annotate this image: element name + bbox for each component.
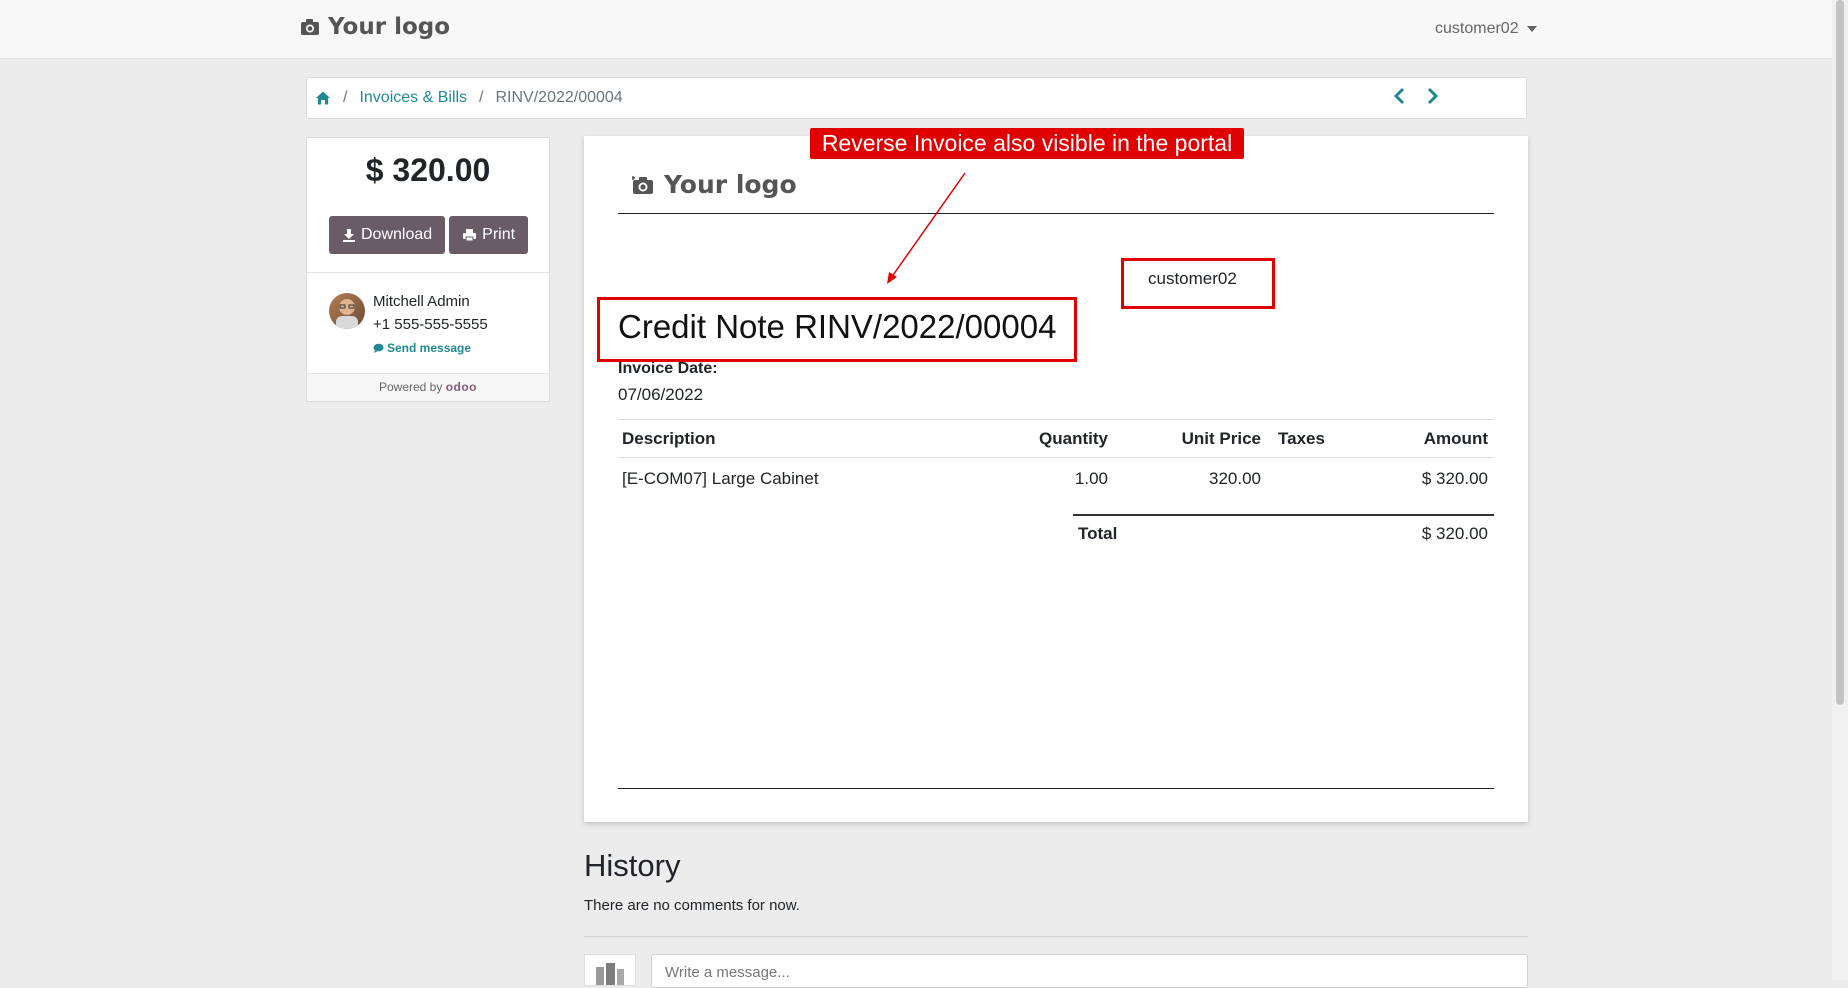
comment-icon [373,343,384,353]
download-label: Download [361,226,433,243]
camera-icon [301,19,319,35]
total-rule [1073,514,1494,516]
annotation-customer-highlight [1121,258,1275,309]
powered-by-footer: Powered by odoo [307,374,549,401]
user-menu-dropdown[interactable]: customer02 [1435,20,1537,38]
breadcrumb-separator: / [479,89,484,106]
action-buttons: Download Print [329,216,529,254]
breadcrumb-invoices-link[interactable]: Invoices & Bills [359,89,467,107]
composer-avatar [584,954,636,986]
breadcrumb-separator: / [343,89,348,106]
print-label: Print [482,226,516,243]
send-message-link[interactable]: Send message [373,341,471,355]
total-amount: $ 320.00 [1421,524,1488,543]
caret-down-icon [1526,26,1537,32]
printer-icon [463,229,477,242]
brand-logo[interactable]: Your logo [300,14,450,40]
home-icon[interactable] [315,90,331,106]
table-top-border [618,419,1494,420]
powered-by-text: Powered by [378,380,443,394]
building-icon [596,963,624,985]
no-comments-text: There are no comments for now. [584,897,800,914]
brand-text: Your logo [328,14,451,40]
download-icon [343,229,355,242]
download-button[interactable]: Download [329,216,446,254]
history-heading: History [584,848,681,883]
breadcrumb: / Invoices & Bills / RINV/2022/00004 [306,77,1527,119]
salesperson-avatar [329,293,365,329]
record-pager [1393,87,1439,105]
invoice-date-label: Invoice Date: [618,360,718,377]
header-rule [618,213,1494,214]
page-scrollbar[interactable] [1832,0,1848,980]
column-header-description: Description [622,429,716,448]
camera-icon [632,175,653,194]
annotation-callout: Reverse Invoice also visible in the port… [810,128,1244,159]
footer-rule [618,788,1494,789]
document-logo: Your logo [632,170,797,199]
salesperson-phone: +1 555-555-5555 [373,316,488,333]
column-header-amount: Amount [1423,429,1488,448]
invoice-amount: $ 320.00 [365,152,491,188]
odoo-logo[interactable]: odoo [446,380,477,394]
invoice-date-value: 07/06/2022 [618,385,704,404]
annotation-title-highlight [597,297,1077,362]
invoice-document: Your logo customer02 Credit Note RINV/20… [584,136,1528,822]
top-navbar: Your logo customer02 [0,0,1832,59]
document-logo-text: Your logo [664,170,797,199]
chevron-right-icon[interactable] [1425,87,1439,105]
print-button[interactable]: Print [449,216,529,254]
column-header-unit-price: Unit Price [1181,429,1261,448]
send-message-label: Send message [387,341,472,355]
chevron-left-icon[interactable] [1393,87,1407,105]
line-unit-price: 320.00 [1209,469,1261,488]
table-header-border [618,457,1494,458]
breadcrumb-current: RINV/2022/00004 [495,89,623,106]
scrollbar-thumb[interactable] [1836,0,1844,705]
line-description: [E-COM07] Large Cabinet [622,469,819,488]
history-divider [584,936,1528,937]
column-header-quantity: Quantity [1039,429,1108,448]
column-header-taxes: Taxes [1278,429,1325,448]
total-label: Total [1078,524,1118,543]
message-input[interactable]: Write a message... [651,954,1528,988]
line-amount: $ 320.00 [1421,469,1488,488]
line-quantity: 1.00 [1074,469,1108,488]
user-name: customer02 [1435,20,1519,37]
salesperson-name: Mitchell Admin [373,293,470,310]
invoice-sidebar: $ 320.00 Download Print Mitchell Admin +… [306,137,550,402]
sidebar-divider [307,272,549,273]
